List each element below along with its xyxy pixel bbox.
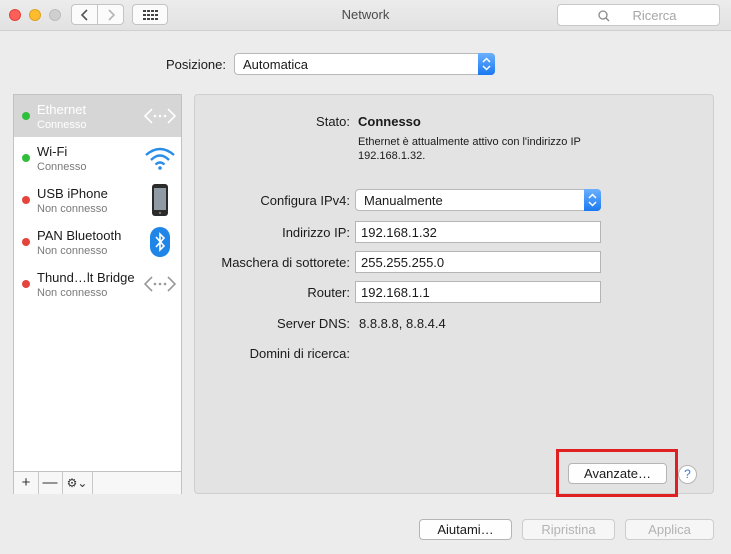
apply-button[interactable]: Applica	[625, 519, 714, 540]
dns-value: 8.8.8.8, 8.8.4.4	[359, 316, 446, 331]
service-status: Connesso	[37, 161, 87, 173]
ipv4-label: Configura IPv4:	[260, 193, 350, 208]
service-name: Ethernet	[37, 102, 87, 117]
dns-label: Server DNS:	[277, 316, 350, 331]
status-dot	[22, 196, 30, 204]
title-bar: Network Ricerca	[0, 0, 731, 31]
location-label: Posizione:	[166, 57, 226, 72]
service-status: Connesso	[37, 119, 87, 131]
status-label: Stato:	[316, 114, 350, 129]
service-name: Thund…lt Bridge	[37, 270, 135, 285]
add-service-button[interactable]: +	[14, 472, 39, 494]
location-value: Automatica	[243, 57, 309, 72]
popup-arrows-icon	[478, 53, 495, 75]
router-label: Router:	[307, 285, 350, 300]
status-description-line1: Ethernet è attualmente attivo con l'indi…	[358, 136, 581, 148]
service-item-wifi[interactable]: Wi-Fi Connesso	[14, 137, 181, 179]
sidebar-toolbar: + — ⚙︎⌄	[14, 471, 181, 494]
status-dot	[22, 238, 30, 246]
assist-me-button[interactable]: Aiutami…	[419, 519, 512, 540]
router-field[interactable]: 192.168.1.1	[355, 281, 601, 303]
ipv4-popup[interactable]: Manualmente	[355, 189, 601, 211]
location-popup[interactable]: Automatica	[234, 53, 495, 75]
service-status: Non connesso	[37, 203, 108, 215]
status-dot	[22, 154, 30, 162]
status-value: Connesso	[358, 114, 421, 129]
service-name: Wi-Fi	[37, 144, 68, 159]
popup-arrows-icon	[584, 189, 601, 211]
status-description-line2: 192.168.1.32.	[358, 150, 426, 162]
search-placeholder: Ricerca	[632, 8, 677, 23]
service-name: PAN Bluetooth	[37, 228, 122, 243]
ip-address-label: Indirizzo IP:	[282, 225, 350, 240]
remove-service-button[interactable]: —	[38, 472, 63, 494]
service-name: USB iPhone	[37, 186, 108, 201]
revert-button[interactable]: Ripristina	[522, 519, 615, 540]
service-status: Non connesso	[37, 245, 108, 257]
help-button[interactable]: ?	[678, 465, 697, 484]
wifi-icon	[145, 147, 175, 170]
status-dot	[22, 112, 30, 120]
advanced-button[interactable]: Avanzate…	[568, 463, 667, 484]
search-domains-label: Domini di ricerca:	[249, 346, 350, 361]
subnet-mask-label: Maschera di sottorete:	[221, 255, 350, 270]
subnet-mask-field[interactable]: 255.255.255.0	[355, 251, 601, 273]
gear-menu-button[interactable]: ⚙︎⌄	[62, 472, 93, 494]
status-dot	[22, 280, 30, 288]
ip-address-field[interactable]: 192.168.1.32	[355, 221, 601, 243]
search-input[interactable]: Ricerca	[557, 4, 720, 26]
service-status: Non connesso	[37, 287, 108, 299]
ipv4-value: Manualmente	[364, 193, 443, 208]
